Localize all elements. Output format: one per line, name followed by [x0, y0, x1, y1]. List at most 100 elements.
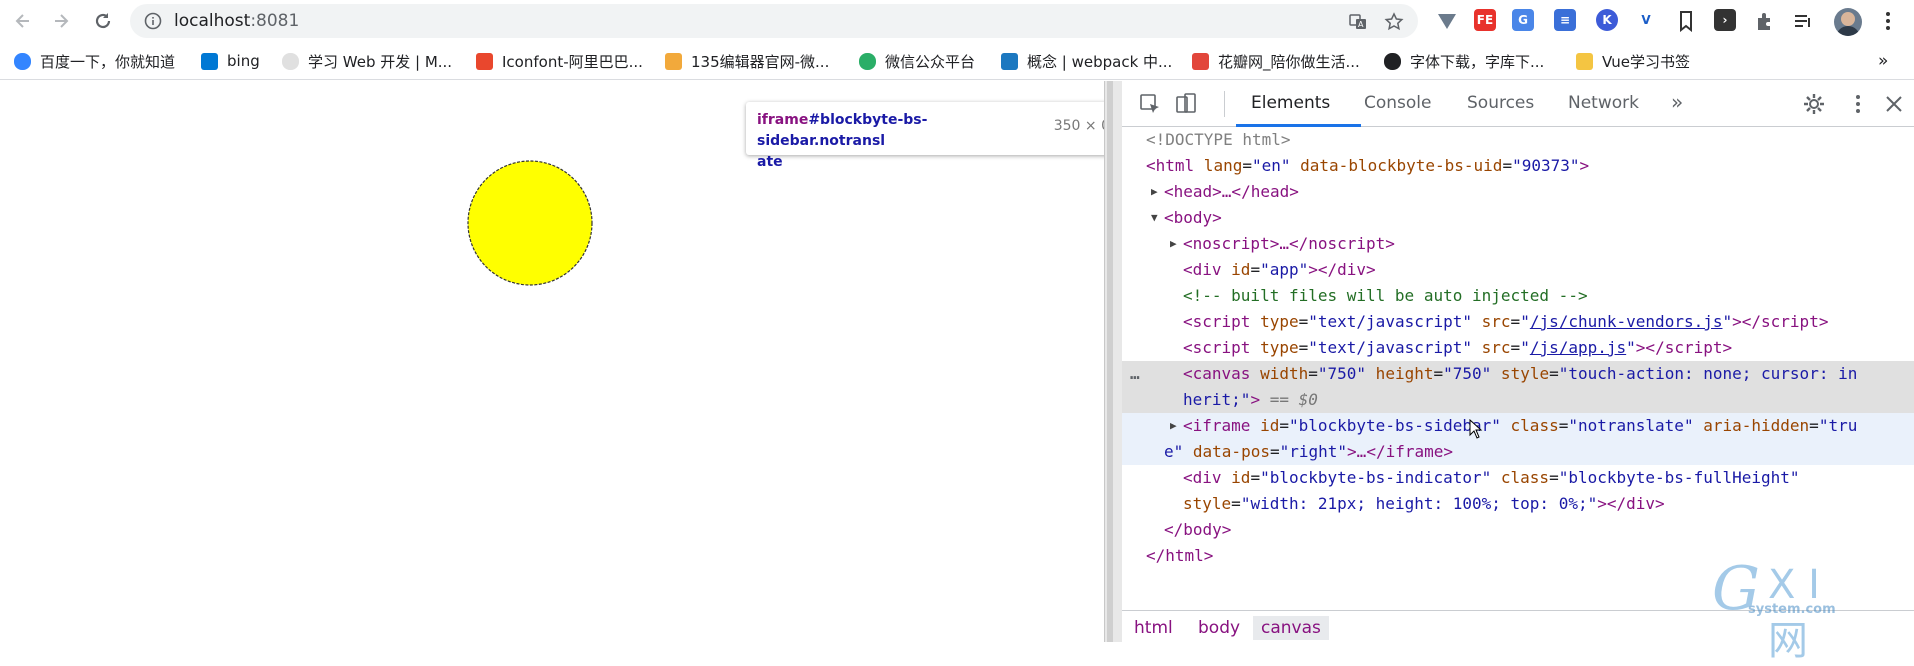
elements-dom-tree[interactable]: <!DOCTYPE html> <html lang="en" data-blo… — [1122, 127, 1914, 615]
iconfont-icon — [476, 52, 493, 70]
tab-sources[interactable]: Sources — [1467, 93, 1534, 113]
bookmark-label: 135编辑器官网-微... — [691, 52, 830, 71]
expand-triangle-icon[interactable]: ▶ — [1170, 231, 1177, 257]
tooltip-selector: iframe#blockbyte-bs-sidebar.notransl ate — [757, 110, 997, 173]
tooltip-tag: iframe — [757, 112, 809, 128]
more-tabs-button[interactable]: » — [1671, 90, 1683, 114]
dom-doctype[interactable]: <!DOCTYPE html> — [1146, 127, 1914, 153]
bing-icon — [201, 52, 218, 70]
script-src-link[interactable]: /js/chunk-vendors.js — [1530, 312, 1723, 331]
dom-html-open[interactable]: <html lang="en" data-blockbyte-bs-uid="9… — [1146, 153, 1914, 179]
expand-triangle-icon[interactable]: ▶ — [1170, 413, 1177, 439]
terminal-extension-icon[interactable]: › — [1714, 9, 1736, 31]
close-icon[interactable] — [1882, 92, 1906, 116]
bookmark-baidu[interactable]: 百度一下，你就知道 — [14, 50, 175, 72]
bookmark-label: 学习 Web 开发 | M... — [308, 52, 453, 71]
selected-marker: == $0 — [1269, 390, 1318, 409]
folder-icon — [1576, 52, 1593, 70]
baidu-paw-icon — [14, 52, 31, 70]
script-src-link[interactable]: /js/app.js — [1530, 338, 1626, 357]
stack-extension-icon[interactable]: ≡ — [1554, 9, 1576, 31]
bookmark-wechat[interactable]: 微信公众平台 — [859, 50, 975, 72]
v-extension-icon[interactable]: V — [1635, 9, 1657, 31]
bookmark-135editor[interactable]: 135编辑器官网-微... — [665, 50, 829, 72]
bookmark-huaban[interactable]: 花瓣网_陪你做生活... — [1192, 50, 1360, 72]
dom-canvas-selected[interactable]: … <canvas width="750" height="750" style=… — [1122, 361, 1914, 387]
bookmark-webpack[interactable]: 概念 | webpack 中... — [1001, 50, 1172, 72]
bookmark-label: 花瓣网_陪你做生活... — [1218, 52, 1360, 71]
reload-icon — [95, 13, 111, 29]
star-icon[interactable] — [1384, 12, 1404, 32]
address-bar[interactable]: localhost:8081 A — [130, 4, 1418, 38]
tab-elements[interactable]: Elements — [1251, 93, 1330, 113]
dom-head[interactable]: ▶ <head>…</head> — [1122, 179, 1914, 205]
dom-script-vendors[interactable]: <script type="text/javascript" src="/js/… — [1183, 309, 1914, 335]
dom-body-open[interactable]: ▼ <body> — [1122, 205, 1914, 231]
url-text: localhost:8081 — [174, 11, 299, 31]
back-button[interactable] — [10, 8, 36, 34]
bookmark-mdn[interactable]: 学习 Web 开发 | M... — [282, 50, 452, 72]
tab-console[interactable]: Console — [1364, 93, 1432, 113]
info-icon[interactable] — [144, 12, 162, 30]
body-close-text: </body> — [1164, 520, 1232, 539]
bookmark-folder-vue[interactable]: Vue学习书签 — [1576, 50, 1690, 72]
bookmark-extension-icon[interactable] — [1676, 10, 1696, 32]
bookmarks-bar: 百度一下，你就知道 bing 学习 Web 开发 | M... Iconfont… — [0, 42, 1914, 80]
dom-iframe-hovered[interactable]: ▶ <iframe id="blockbyte-bs-sidebar" class… — [1122, 413, 1914, 439]
bookmark-bing[interactable]: bing — [201, 50, 260, 72]
reading-list-icon[interactable] — [1792, 10, 1814, 32]
tooltip-dimensions: 350 × 0 — [1053, 118, 1110, 134]
dom-noscript[interactable]: ▶ <noscript>…</noscript> — [1122, 231, 1914, 257]
settings-gear-icon[interactable] — [1802, 92, 1826, 116]
breadcrumb-body[interactable]: body — [1190, 616, 1248, 640]
noscript-text: <noscript>…</noscript> — [1183, 234, 1395, 253]
breadcrumb-html[interactable]: html — [1126, 616, 1181, 640]
svg-text:A: A — [1358, 20, 1364, 29]
profile-avatar[interactable] — [1834, 8, 1862, 36]
webpack-icon — [1001, 52, 1018, 70]
body-open-text: <body> — [1164, 208, 1222, 227]
bookmark-label: 字体下载，字库下... — [1410, 52, 1545, 71]
canvas-yellow-circle — [467, 160, 593, 286]
url-port: :8081 — [250, 11, 300, 31]
comment-text: <!-- built files will be auto injected -… — [1183, 286, 1588, 305]
dom-div-indicator[interactable]: <div id="blockbyte-bs-indicator" class="… — [1183, 465, 1914, 491]
globe-icon — [1384, 52, 1401, 70]
tab-network[interactable]: Network — [1568, 93, 1639, 113]
puzzle-extensions-icon[interactable] — [1754, 10, 1776, 32]
menu-kebab-icon[interactable] — [1878, 10, 1898, 32]
fe-helper-extension-icon[interactable]: FE — [1474, 9, 1496, 31]
devtools-splitter[interactable] — [1104, 81, 1122, 642]
k-extension-icon[interactable]: K — [1596, 9, 1618, 31]
forward-button[interactable] — [48, 8, 74, 34]
wechat-icon — [859, 52, 876, 70]
bookmark-fonts[interactable]: 字体下载，字库下... — [1384, 50, 1544, 72]
translate-icon[interactable]: A — [1348, 12, 1368, 32]
google-translate-extension-icon[interactable]: G — [1512, 9, 1534, 31]
dom-canvas-selected-cont[interactable]: herit;"> == $0 — [1122, 387, 1914, 413]
dom-comment[interactable]: <!-- built files will be auto injected -… — [1183, 283, 1914, 309]
cloud-icon — [282, 52, 299, 70]
expand-triangle-icon[interactable]: ▶ — [1151, 179, 1158, 205]
more-bookmarks-button[interactable]: » — [1878, 50, 1888, 72]
editor-icon — [665, 52, 682, 70]
devtools-menu-icon[interactable] — [1846, 92, 1870, 116]
reload-button[interactable] — [90, 8, 116, 34]
head-text: <head>…</head> — [1164, 182, 1299, 201]
arrow-right-icon — [55, 14, 69, 28]
collapse-triangle-icon[interactable]: ▼ — [1151, 205, 1158, 231]
more-dots-icon[interactable]: … — [1130, 361, 1140, 387]
doctype-text: <!DOCTYPE html> — [1146, 130, 1291, 149]
dom-body-close[interactable]: </body> — [1164, 517, 1914, 543]
bookmark-iconfont[interactable]: Iconfont-阿里巴巴... — [476, 50, 643, 72]
page-viewport[interactable]: iframe#blockbyte-bs-sidebar.notransl ate… — [0, 81, 1120, 642]
inspect-tooltip: iframe#blockbyte-bs-sidebar.notransl ate… — [746, 102, 1120, 170]
dom-iframe-hovered-cont[interactable]: e" data-pos="right">…</iframe> — [1122, 439, 1914, 465]
dom-div-app[interactable]: <div id="app"></div> — [1183, 257, 1914, 283]
device-toolbar-icon[interactable] — [1174, 92, 1198, 116]
breadcrumb-canvas[interactable]: canvas — [1253, 616, 1329, 640]
dom-script-app[interactable]: <script type="text/javascript" src="/js/… — [1183, 335, 1914, 361]
inspect-element-icon[interactable] — [1138, 92, 1162, 116]
vuetools-extension-icon[interactable] — [1436, 10, 1458, 32]
dom-div-indicator-cont[interactable]: style="width: 21px; height: 100%; top: 0… — [1183, 491, 1914, 517]
